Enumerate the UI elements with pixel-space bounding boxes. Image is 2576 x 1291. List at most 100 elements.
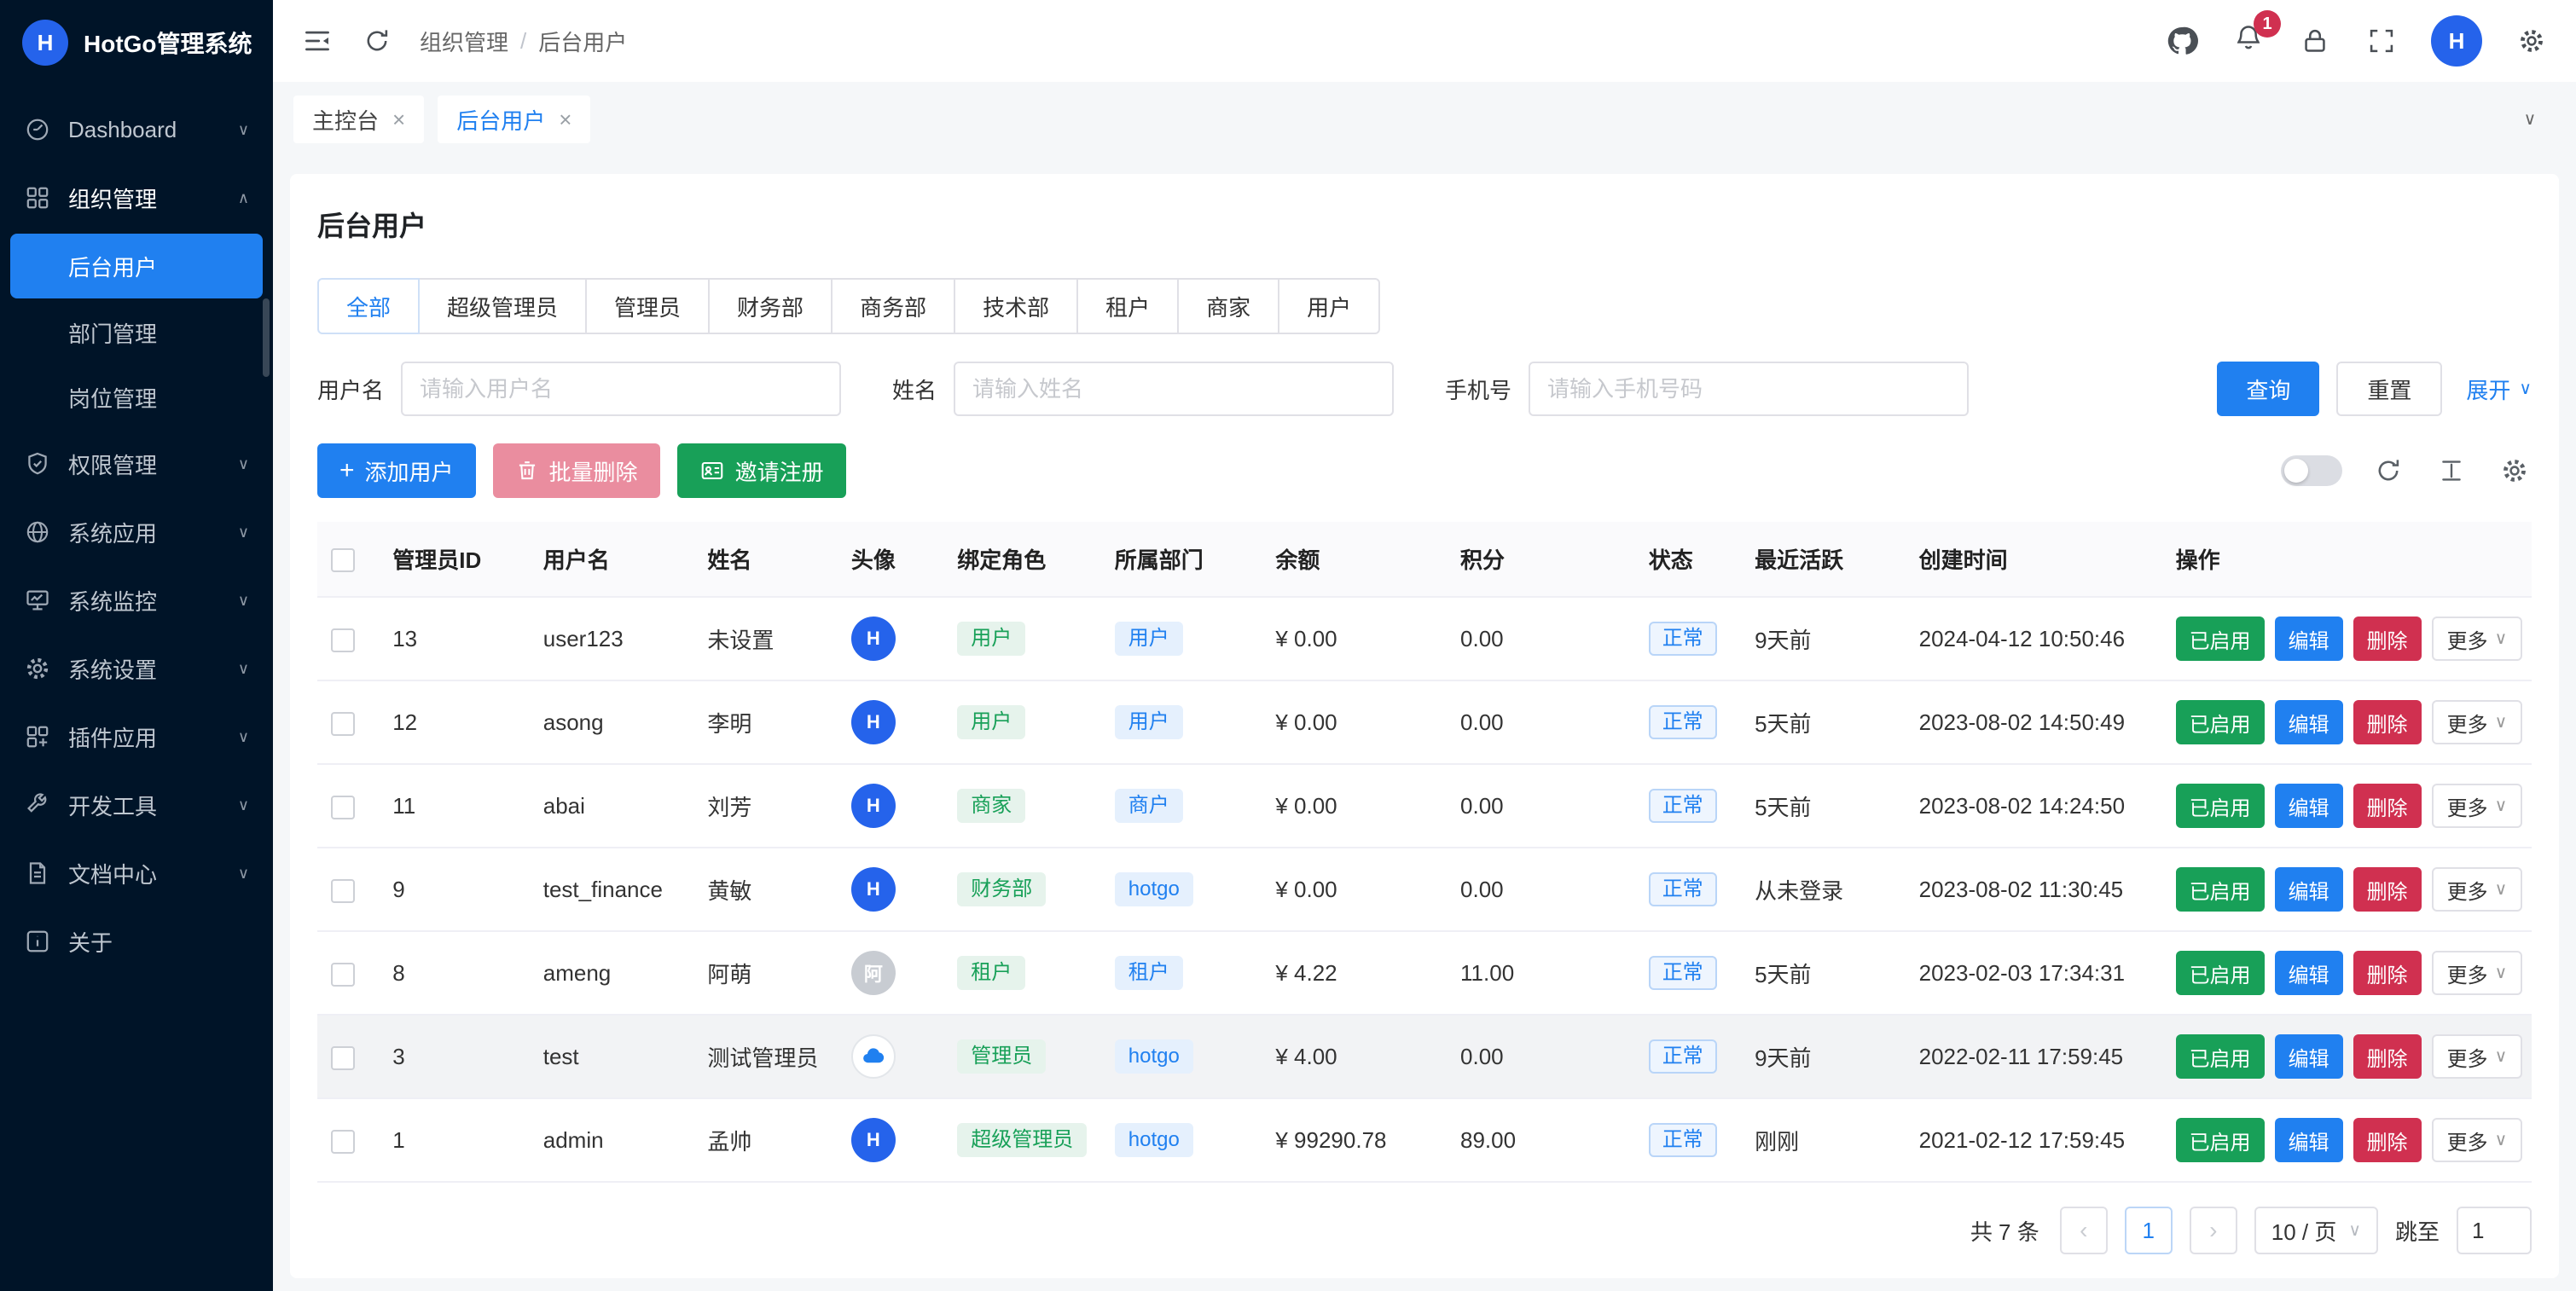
sidebar-scrollbar[interactable] <box>263 298 270 377</box>
role-tab[interactable]: 财务部 <box>708 278 833 334</box>
page-size-select[interactable]: 10 / 页∨ <box>2254 1207 2378 1254</box>
sidebar-item-dashboard[interactable]: Dashboard∨ <box>0 96 273 164</box>
dept-tag: 租户 <box>1115 956 1183 991</box>
edit-button[interactable]: 编辑 <box>2275 700 2343 744</box>
user-avatar[interactable]: H <box>2431 15 2482 67</box>
more-button[interactable]: 更多 ∨ <box>2432 617 2523 661</box>
github-icon[interactable] <box>2165 24 2199 58</box>
search-button[interactable]: 查询 <box>2217 362 2319 416</box>
sidebar-item-system-apps[interactable]: 系统应用∨ <box>0 498 273 566</box>
row-checkbox[interactable] <box>331 796 355 819</box>
row-checkbox[interactable] <box>331 1130 355 1154</box>
page-card: 后台用户 全部超级管理员管理员财务部商务部技术部租户商家用户 用户名姓名手机号 … <box>290 174 2559 1278</box>
delete-button[interactable]: 删除 <box>2353 1034 2422 1079</box>
enabled-button[interactable]: 已启用 <box>2176 784 2265 828</box>
row-checkbox[interactable] <box>331 628 355 652</box>
table-toggle-switch[interactable] <box>2281 455 2342 486</box>
batch-delete-button[interactable]: 批量删除 <box>493 443 660 498</box>
edit-button[interactable]: 编辑 <box>2275 1118 2343 1162</box>
sidebar-item-dev-tools[interactable]: 开发工具∨ <box>0 771 273 839</box>
delete-button[interactable]: 删除 <box>2353 784 2422 828</box>
more-button[interactable]: 更多 ∨ <box>2432 700 2523 744</box>
role-tab[interactable]: 租户 <box>1076 278 1179 334</box>
row-density-icon[interactable] <box>2434 454 2469 488</box>
next-page-button[interactable]: › <box>2190 1207 2237 1254</box>
edit-button[interactable]: 编辑 <box>2275 867 2343 912</box>
more-button[interactable]: 更多 ∨ <box>2432 1034 2523 1079</box>
lock-screen-icon[interactable] <box>2298 24 2332 58</box>
reset-button[interactable]: 重置 <box>2336 362 2442 416</box>
more-button[interactable]: 更多 ∨ <box>2432 951 2523 995</box>
enabled-button[interactable]: 已启用 <box>2176 867 2265 912</box>
settings-gear-icon[interactable] <box>2515 24 2549 58</box>
filter-input-1[interactable] <box>954 362 1394 416</box>
fullscreen-icon[interactable] <box>2364 24 2399 58</box>
more-button[interactable]: 更多 ∨ <box>2432 784 2523 828</box>
edit-button[interactable]: 编辑 <box>2275 784 2343 828</box>
role-tab[interactable]: 全部 <box>317 278 420 334</box>
edit-button[interactable]: 编辑 <box>2275 617 2343 661</box>
add-user-button[interactable]: +添加用户 <box>317 443 476 498</box>
edit-button[interactable]: 编辑 <box>2275 951 2343 995</box>
notifications-button[interactable]: 1 <box>2231 24 2266 58</box>
sidebar-item-doc-center[interactable]: 文档中心∨ <box>0 839 273 907</box>
enabled-button[interactable]: 已启用 <box>2176 1118 2265 1162</box>
sidebar-item-system-settings[interactable]: 系统设置∨ <box>0 634 273 703</box>
jump-page-input[interactable] <box>2457 1207 2532 1254</box>
refresh-page-icon[interactable] <box>360 24 394 58</box>
current-page-button[interactable]: 1 <box>2125 1207 2173 1254</box>
role-tab[interactable]: 商务部 <box>831 278 955 334</box>
breadcrumb-item[interactable]: 后台用户 <box>538 26 627 57</box>
expand-filters-link[interactable]: 展开∨ <box>2466 373 2532 405</box>
enabled-button[interactable]: 已启用 <box>2176 951 2265 995</box>
select-all-checkbox[interactable] <box>331 548 355 572</box>
filter-input-0[interactable] <box>401 362 841 416</box>
sidebar-item-plugins[interactable]: 插件应用∨ <box>0 703 273 771</box>
cell-admin-id: 1 <box>379 1098 530 1182</box>
prev-page-button[interactable]: ‹ <box>2060 1207 2108 1254</box>
sidebar-item-permissions[interactable]: 权限管理∨ <box>0 430 273 498</box>
sidebar-item-label: 系统应用 <box>68 517 157 548</box>
sidebar-item-system-monitor[interactable]: 系统监控∨ <box>0 566 273 634</box>
row-checkbox[interactable] <box>331 1046 355 1070</box>
role-tab[interactable]: 商家 <box>1177 278 1279 334</box>
sidebar-subitem[interactable]: 部门管理 <box>0 300 273 365</box>
enabled-button[interactable]: 已启用 <box>2176 700 2265 744</box>
row-checkbox[interactable] <box>331 963 355 987</box>
delete-button[interactable]: 删除 <box>2353 867 2422 912</box>
role-tab[interactable]: 技术部 <box>954 278 1078 334</box>
chevron-down-icon: ∨ <box>2495 797 2508 814</box>
role-tab[interactable]: 管理员 <box>585 278 710 334</box>
enabled-button[interactable]: 已启用 <box>2176 617 2265 661</box>
tabs-overflow-button[interactable]: ∨ <box>2501 96 2559 143</box>
sidebar-subitem[interactable]: 后台用户 <box>10 234 263 298</box>
app-logo[interactable]: H HotGo管理系统 <box>0 0 273 85</box>
delete-button[interactable]: 删除 <box>2353 1118 2422 1162</box>
invite-register-button[interactable]: 邀请注册 <box>677 443 846 498</box>
collapse-sidebar-icon[interactable] <box>300 24 334 58</box>
more-button[interactable]: 更多 ∨ <box>2432 867 2523 912</box>
edit-button[interactable]: 编辑 <box>2275 1034 2343 1079</box>
enabled-button[interactable]: 已启用 <box>2176 1034 2265 1079</box>
sidebar-item-about[interactable]: 关于 <box>0 907 273 975</box>
role-tab[interactable]: 用户 <box>1278 278 1380 334</box>
row-checkbox[interactable] <box>331 879 355 903</box>
page-tab[interactable]: 主控台× <box>293 96 424 143</box>
page-tab[interactable]: 后台用户× <box>438 96 590 143</box>
close-tab-icon[interactable]: × <box>392 107 405 133</box>
app-title: HotGo管理系统 <box>84 26 252 60</box>
delete-button[interactable]: 删除 <box>2353 700 2422 744</box>
reload-table-icon[interactable] <box>2371 454 2405 488</box>
more-button[interactable]: 更多 ∨ <box>2432 1118 2523 1162</box>
column-settings-icon[interactable] <box>2498 454 2532 488</box>
close-tab-icon[interactable]: × <box>559 107 571 133</box>
filter-input-2[interactable] <box>1529 362 1969 416</box>
row-checkbox[interactable] <box>331 712 355 736</box>
role-tab[interactable]: 超级管理员 <box>418 278 587 334</box>
sidebar-item-organization[interactable]: 组织管理∧ <box>0 164 273 232</box>
delete-button[interactable]: 删除 <box>2353 951 2422 995</box>
breadcrumb-item[interactable]: 组织管理 <box>420 26 508 57</box>
delete-button[interactable]: 删除 <box>2353 617 2422 661</box>
cell-last-active: 9天前 <box>1741 1015 1906 1098</box>
sidebar-subitem[interactable]: 岗位管理 <box>0 365 273 430</box>
